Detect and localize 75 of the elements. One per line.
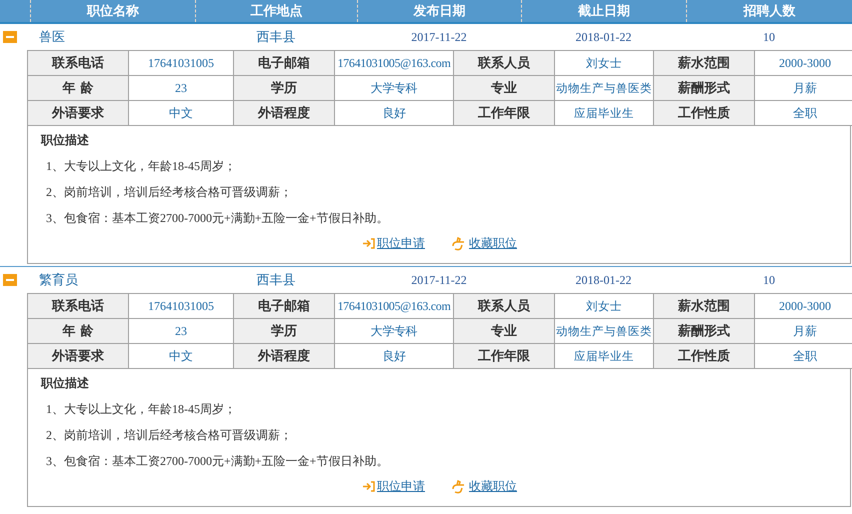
field-label: 专业: [454, 318, 554, 344]
field-value: 23: [128, 76, 234, 100]
description-title: 职位描述: [41, 132, 90, 149]
field-value: 中文: [128, 344, 234, 368]
field-label: 学历: [234, 76, 334, 100]
openings-count: 10: [763, 30, 775, 44]
field-value: 17641031005@163.com: [334, 294, 454, 318]
field-label: 薪水范围: [654, 294, 754, 318]
field-label: 薪酬形式: [654, 318, 754, 344]
field-value: 动物生产与兽医类: [554, 76, 654, 100]
field-label: 薪酬形式: [654, 76, 754, 100]
description-title: 职位描述: [41, 375, 90, 392]
field-value: 17641031005: [128, 294, 234, 318]
description-line: 2、岗前培训，培训后经考核合格可晋级调薪；: [45, 427, 293, 444]
enter-arrow-icon: [362, 238, 375, 249]
column-header: 截止日期: [578, 3, 630, 20]
field-value: 中文: [128, 100, 234, 126]
column-header: 工作地点: [250, 3, 302, 20]
field-label: 薪水范围: [654, 50, 754, 76]
field-label: 学历: [234, 318, 334, 344]
field-label: 联系电话: [28, 294, 128, 318]
field-label: 工作性质: [654, 100, 754, 126]
location: 西丰县: [256, 29, 296, 46]
field-value: 良好: [334, 344, 454, 368]
description-line: 3、包食宿：基本工资2700-7000元+满勤+五险一金+节假日补助。: [45, 210, 390, 227]
field-label: 外语要求: [28, 100, 128, 126]
column-header: 职位名称: [87, 3, 139, 20]
field-value: 刘女士: [554, 50, 654, 76]
field-label: 联系电话: [28, 50, 128, 76]
description-line: 2、岗前培训，培训后经考核合格可晋级调薪；: [45, 184, 293, 201]
field-label: 电子邮箱: [234, 294, 334, 318]
publish-date: 2017-11-22: [411, 30, 467, 44]
field-label: 工作年限: [454, 100, 554, 126]
field-value: 17641031005: [128, 50, 234, 76]
field-label: 外语程度: [234, 100, 334, 126]
deadline-date: 2018-01-22: [576, 30, 632, 44]
enter-arrow-icon: [362, 481, 375, 492]
apply-link[interactable]: 职位申请: [362, 478, 425, 495]
description-line: 1、大专以上文化，年龄18-45周岁；: [45, 158, 237, 175]
job-title-link[interactable]: 繁育员: [39, 271, 78, 289]
field-label: 工作性质: [654, 344, 754, 368]
field-value: 23: [128, 318, 234, 344]
favorite-link[interactable]: 收藏职位: [451, 235, 517, 252]
toggle-button[interactable]: [3, 274, 17, 286]
field-value: 2000-3000: [754, 294, 852, 318]
field-value: 良好: [334, 100, 454, 126]
field-label: 联系人员: [454, 294, 554, 318]
field-value: 17641031005@163.com: [334, 50, 454, 76]
column-header: 发布日期: [414, 3, 466, 20]
field-value: 应届毕业生: [554, 100, 654, 126]
description-line: 3、包食宿：基本工资2700-7000元+满勤+五险一金+节假日补助。: [45, 453, 390, 470]
field-value: 动物生产与兽医类: [554, 318, 654, 344]
field-label: 外语要求: [28, 344, 128, 368]
deadline-date: 2018-01-22: [576, 272, 632, 288]
toggle-button[interactable]: [3, 31, 17, 43]
publish-date: 2017-11-22: [411, 272, 467, 288]
field-label: 电子邮箱: [234, 50, 334, 76]
field-label: 年 龄: [28, 76, 128, 100]
column-header: 招聘人数: [744, 3, 796, 20]
description-line: 1、大专以上文化，年龄18-45周岁；: [45, 401, 237, 418]
job-title-link[interactable]: 兽医: [39, 28, 65, 46]
field-value: 刘女士: [554, 294, 654, 318]
field-value: 大学专科: [334, 76, 454, 100]
field-label: 联系人员: [454, 50, 554, 76]
field-label: 专业: [454, 76, 554, 100]
field-label: 外语程度: [234, 344, 334, 368]
location: 西丰县: [256, 272, 296, 289]
field-value: 应届毕业生: [554, 344, 654, 368]
field-label: 工作年限: [454, 344, 554, 368]
field-label: 年 龄: [28, 318, 128, 344]
field-value: 2000-3000: [754, 50, 852, 76]
field-value: 大学专科: [334, 318, 454, 344]
favorite-link[interactable]: 收藏职位: [451, 478, 517, 495]
apply-link[interactable]: 职位申请: [362, 235, 425, 252]
openings-count: 10: [763, 272, 775, 288]
